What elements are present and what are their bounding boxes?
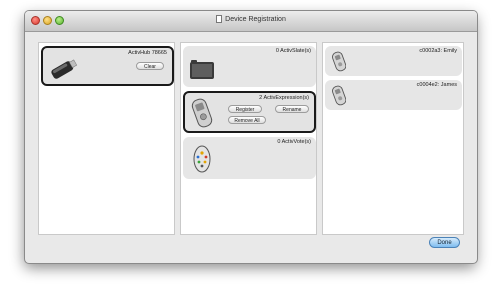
hub-card[interactable]: ActivHub 78665 Clear — [41, 46, 174, 86]
expression-card[interactable]: 2 ActivExpression(s) Register Rename Rem… — [183, 91, 316, 133]
registered-device-item[interactable]: c0004e2: James — [325, 80, 462, 110]
registered-device-label: c0002a3: Emily — [419, 48, 457, 54]
clear-button[interactable]: Clear — [136, 62, 164, 70]
handset-icon — [191, 98, 213, 128]
handset-small-icon — [332, 85, 346, 106]
title-bar: Device Registration — [25, 11, 477, 32]
vote-title: 0 ActivVote(s) — [277, 139, 311, 145]
expression-title: 2 ActivExpression(s) — [259, 95, 309, 101]
done-button[interactable]: Done — [429, 237, 460, 248]
remove-all-button[interactable]: Remove All — [228, 116, 266, 124]
slate-card[interactable]: 0 ActivSlate(s) — [183, 46, 316, 87]
window-title: Device Registration — [225, 16, 286, 23]
rename-button[interactable]: Rename — [275, 105, 309, 113]
device-types-panel: 0 ActivSlate(s) 2 ActivExpression(s) Reg… — [180, 42, 317, 235]
window-title-wrap: Device Registration — [25, 15, 477, 23]
handset-small-icon — [332, 51, 346, 72]
usb-dongle-icon — [51, 59, 78, 79]
registered-devices-panel: c0002a3: Emily c0004e2: James — [322, 42, 464, 235]
hub-name: ActivHub 78665 — [128, 50, 167, 56]
device-registration-window: Device Registration ActivHub 78665 Clear — [24, 10, 478, 264]
register-button[interactable]: Register — [228, 105, 262, 113]
slate-tablet-icon — [190, 60, 214, 79]
slate-title: 0 ActivSlate(s) — [275, 48, 311, 54]
vote-card[interactable]: 0 ActivVote(s) — [183, 137, 316, 179]
registered-device-item[interactable]: c0002a3: Emily — [325, 46, 462, 76]
document-icon — [216, 15, 223, 23]
hub-panel: ActivHub 78665 Clear — [38, 42, 175, 235]
registered-device-label: c0004e2: James — [416, 82, 457, 88]
voting-remote-icon — [193, 145, 211, 173]
